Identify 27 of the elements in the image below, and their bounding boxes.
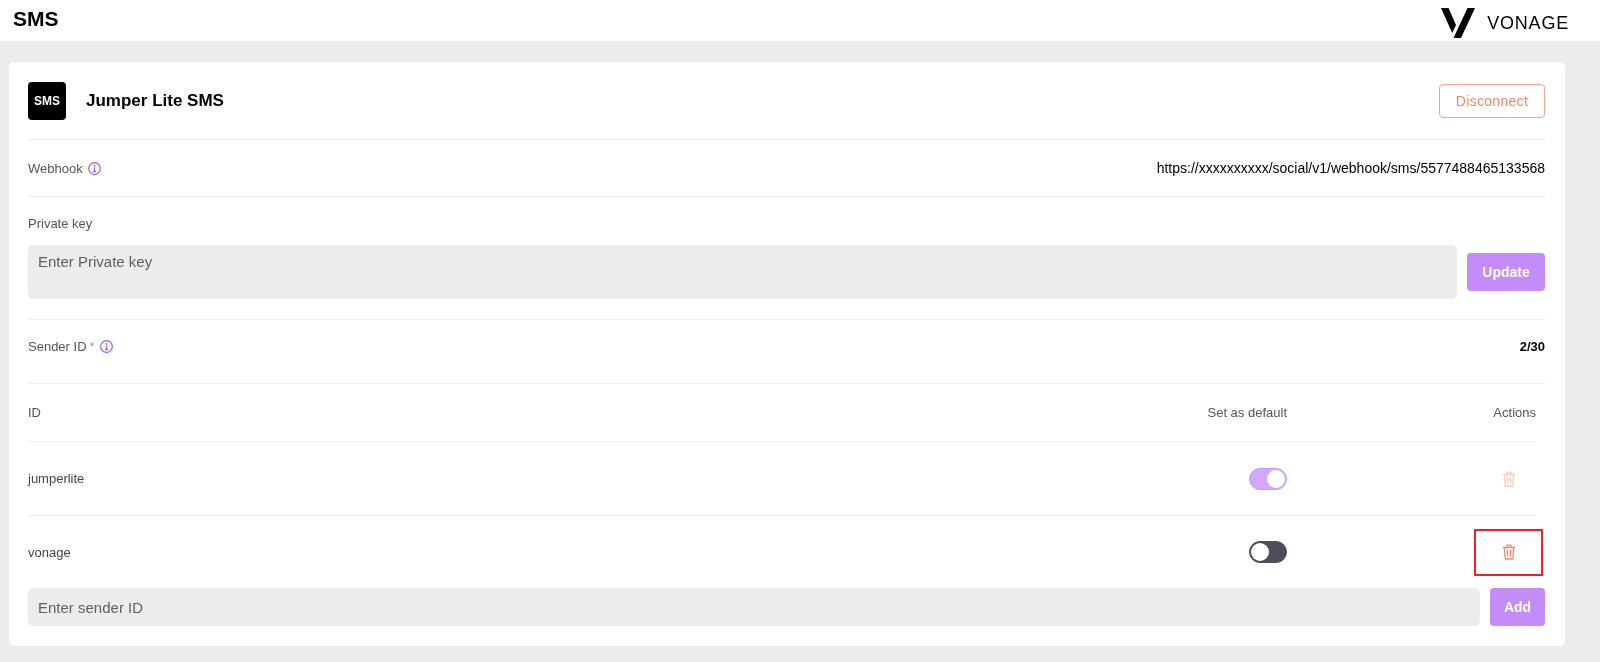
logo-icon (1441, 7, 1476, 38)
required-mark: * (89, 339, 95, 354)
column-header: ID (28, 405, 41, 420)
integration-name: Jumper Lite SMS (86, 91, 224, 111)
webhook-url: https://xxxxxxxxxx/social/v1/webhook/sms/5577488465133568 (1156, 160, 1545, 176)
update-button[interactable]: Update (1467, 253, 1545, 291)
delete-button[interactable] (1501, 544, 1516, 560)
trash-icon (1501, 470, 1516, 487)
column-header: Actions (1493, 405, 1536, 420)
page-title: SMS (13, 6, 59, 31)
sender-id-cell: jumperlite (28, 471, 85, 486)
sender-id-field[interactable]: Enter sender ID (28, 588, 1480, 626)
sender-count: 2/30 (1519, 339, 1545, 354)
private-key-field[interactable]: Enter Private key (28, 245, 1457, 299)
sms-badge: SMS (28, 82, 66, 120)
webhook-label: Webhook (28, 160, 83, 176)
info-icon[interactable] (99, 340, 113, 353)
info-icon[interactable] (87, 161, 101, 175)
sender-id-label: Sender ID (28, 339, 87, 354)
add-button[interactable]: Add (1490, 588, 1545, 626)
column-header: Set as default (1207, 405, 1287, 420)
private-key-label: Private key (28, 216, 93, 231)
trash-icon (1501, 544, 1516, 560)
disconnect-button[interactable]: Disconnect (1439, 84, 1545, 118)
sender-id-cell: vonage (28, 544, 71, 560)
default-toggle[interactable] (1249, 541, 1287, 563)
brand-name: VONAGE (1487, 11, 1569, 34)
